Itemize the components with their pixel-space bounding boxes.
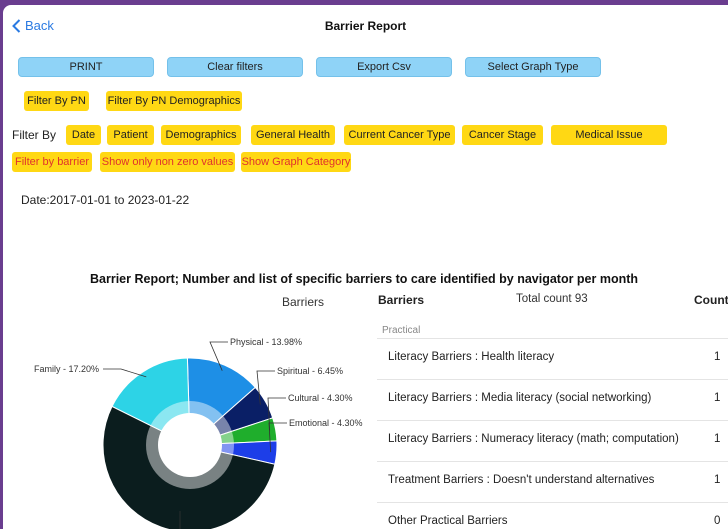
slice-label-cultural: Cultural - 4.30% [288, 393, 353, 403]
barrier-count: 1 [714, 474, 721, 486]
select-graph-type-button[interactable]: Select Graph Type [465, 57, 601, 77]
barrier-count: 0 [714, 515, 721, 527]
app-window: Back Barrier Report PRINT Clear filters … [3, 5, 728, 529]
filter-by-barrier-button[interactable]: Filter by barrier [12, 152, 92, 172]
page-title: Barrier Report [324, 19, 407, 33]
barrier-name: Treatment Barriers : Doesn't understand … [388, 474, 655, 486]
filter-patient-button[interactable]: Patient [107, 125, 154, 145]
print-button[interactable]: PRINT [18, 57, 154, 77]
barrier-count: 1 [714, 433, 721, 445]
barrier-count: 1 [714, 392, 721, 404]
barrier-name: Other Practical Barriers [388, 515, 508, 527]
slice-label-emotional: Emotional - 4.30% [289, 418, 363, 428]
clear-filters-button[interactable]: Clear filters [167, 57, 303, 77]
barrier-name: Literacy Barriers : Health literacy [388, 351, 555, 363]
total-count: Total count 93 [516, 293, 588, 305]
filter-general-health-button[interactable]: General Health [251, 125, 335, 145]
date-range: Date:2017-01-01 to 2023-01-22 [21, 193, 190, 207]
table-row[interactable]: Literacy Barriers : Media literacy (soci… [377, 379, 728, 419]
table-row[interactable]: Treatment Barriers : Doesn't understand … [377, 461, 728, 501]
barriers-column-header: Barriers [378, 293, 425, 307]
show-graph-category-button[interactable]: Show Graph Category [241, 152, 351, 172]
filter-by-pn-button[interactable]: Filter By PN [24, 91, 89, 111]
chart-title: Barrier Report; Number and list of speci… [90, 272, 639, 286]
section-header-practical: Practical [382, 325, 421, 336]
barrier-count: 1 [714, 351, 721, 363]
export-csv-button[interactable]: Export Csv [316, 57, 452, 77]
filter-cancer-stage-button[interactable]: Cancer Stage [462, 125, 543, 145]
slice-label-physical: Physical - 13.98% [230, 337, 303, 347]
slice-label-spiritual: Spiritual - 6.45% [277, 366, 344, 376]
filter-date-button[interactable]: Date [66, 125, 101, 145]
filter-by-pn-demographics-button[interactable]: Filter By PN Demographics [106, 91, 242, 111]
show-non-zero-values-button[interactable]: Show only non zero values [100, 152, 235, 172]
filter-by-label: Filter By [12, 128, 57, 142]
barrier-pie-chart [102, 341, 287, 529]
filter-current-cancer-type-button[interactable]: Current Cancer Type [344, 125, 455, 145]
leader-line-spiritual [256, 370, 275, 405]
barrier-name: Literacy Barriers : Media literacy (soci… [388, 392, 652, 404]
table-row[interactable]: Literacy Barriers : Numeracy literacy (m… [377, 420, 728, 460]
slice-label-family: Family - 17.20% [34, 364, 100, 374]
filter-demographics-button[interactable]: Demographics [161, 125, 241, 145]
pie-center-hole [158, 413, 222, 477]
table-row[interactable]: Literacy Barriers : Health literacy 1 [377, 338, 728, 378]
table-row[interactable]: Other Practical Barriers 0 [377, 502, 728, 529]
navigation-bar: Back Barrier Report [3, 5, 728, 45]
barrier-name: Literacy Barriers : Numeracy literacy (m… [388, 433, 679, 445]
filter-medical-issue-button[interactable]: Medical Issue [551, 125, 667, 145]
count-column-header: Count [694, 293, 728, 307]
